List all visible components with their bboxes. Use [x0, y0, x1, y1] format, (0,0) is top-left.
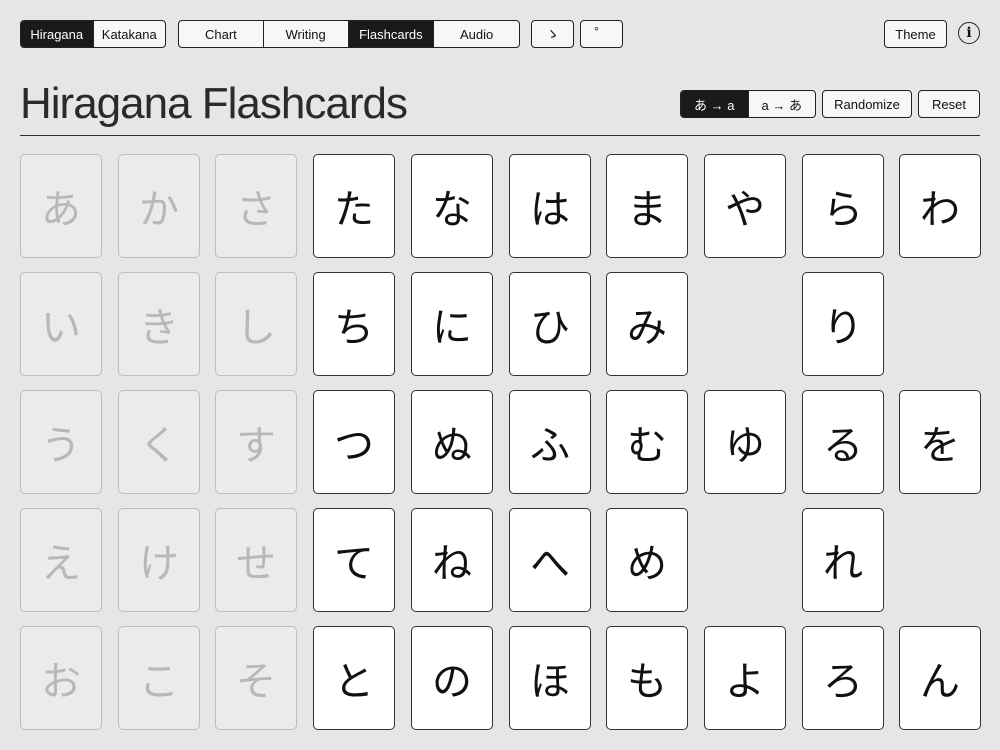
flashcard[interactable]: な	[411, 154, 493, 258]
flashcard[interactable]: お	[20, 626, 102, 730]
flashcard[interactable]: れ	[802, 508, 884, 612]
flashcard[interactable]: む	[606, 390, 688, 494]
flashcard[interactable]: こ	[118, 626, 200, 730]
flashcard[interactable]: ふ	[509, 390, 591, 494]
tab-katakana[interactable]: Katakana	[92, 21, 166, 47]
flashcard[interactable]: め	[606, 508, 688, 612]
header-divider	[20, 135, 980, 136]
mode-romaji-to-kana[interactable]: a → あ	[747, 91, 816, 117]
flashcard[interactable]: わ	[899, 154, 981, 258]
flashcard[interactable]: を	[899, 390, 981, 494]
flashcard[interactable]: と	[313, 626, 395, 730]
flashcard[interactable]: け	[118, 508, 200, 612]
flashcard[interactable]: た	[313, 154, 395, 258]
flashcard[interactable]: ら	[802, 154, 884, 258]
flashcard[interactable]: る	[802, 390, 884, 494]
flashcard[interactable]: よ	[704, 626, 786, 730]
flashcard[interactable]: ろ	[802, 626, 884, 730]
tab-hiragana[interactable]: Hiragana	[21, 21, 93, 47]
info-icon[interactable]: i	[958, 22, 980, 44]
randomize-button[interactable]: Randomize	[822, 90, 912, 118]
flashcard[interactable]: さ	[215, 154, 297, 258]
reset-button[interactable]: Reset	[918, 90, 980, 118]
flashcard[interactable]: へ	[509, 508, 591, 612]
direction-selector: あ → a a → あ	[680, 90, 816, 118]
flashcard[interactable]: ゆ	[704, 390, 786, 494]
flashcard[interactable]: り	[802, 272, 884, 376]
flashcard[interactable]: の	[411, 626, 493, 730]
dakuten-mark-button[interactable]: ゝ	[531, 20, 574, 48]
theme-button[interactable]: Theme	[884, 20, 947, 48]
flashcard[interactable]: ま	[606, 154, 688, 258]
script-selector: Hiragana Katakana	[20, 20, 166, 48]
flashcard[interactable]: ち	[313, 272, 395, 376]
flashcard[interactable]: そ	[215, 626, 297, 730]
flashcard[interactable]: も	[606, 626, 688, 730]
flashcard[interactable]: み	[606, 272, 688, 376]
flashcard[interactable]: ほ	[509, 626, 591, 730]
flashcard[interactable]: う	[20, 390, 102, 494]
tab-writing[interactable]: Writing	[262, 21, 348, 47]
flashcard[interactable]: ね	[411, 508, 493, 612]
flashcard[interactable]: き	[118, 272, 200, 376]
flashcard[interactable]: や	[704, 154, 786, 258]
flashcard[interactable]: ん	[899, 626, 981, 730]
view-selector: Chart Writing Flashcards Audio	[178, 20, 520, 48]
flashcard[interactable]: ぬ	[411, 390, 493, 494]
tab-chart[interactable]: Chart	[179, 21, 263, 47]
flashcard[interactable]: は	[509, 154, 591, 258]
flashcard[interactable]: し	[215, 272, 297, 376]
mode-kana-to-romaji[interactable]: あ → a	[681, 91, 748, 117]
flashcard[interactable]: す	[215, 390, 297, 494]
tab-audio[interactable]: Audio	[433, 21, 519, 47]
tab-flashcards[interactable]: Flashcards	[347, 21, 434, 47]
flashcard[interactable]: つ	[313, 390, 395, 494]
flashcard[interactable]: に	[411, 272, 493, 376]
flashcard[interactable]: ひ	[509, 272, 591, 376]
flashcard[interactable]: い	[20, 272, 102, 376]
flashcard[interactable]: か	[118, 154, 200, 258]
flashcard[interactable]: せ	[215, 508, 297, 612]
flashcard[interactable]: え	[20, 508, 102, 612]
page-title: Hiragana Flashcards	[20, 79, 408, 128]
flashcard[interactable]: あ	[20, 154, 102, 258]
handakuten-mark-button[interactable]: ゜	[580, 20, 623, 48]
flashcard[interactable]: て	[313, 508, 395, 612]
flashcard[interactable]: く	[118, 390, 200, 494]
